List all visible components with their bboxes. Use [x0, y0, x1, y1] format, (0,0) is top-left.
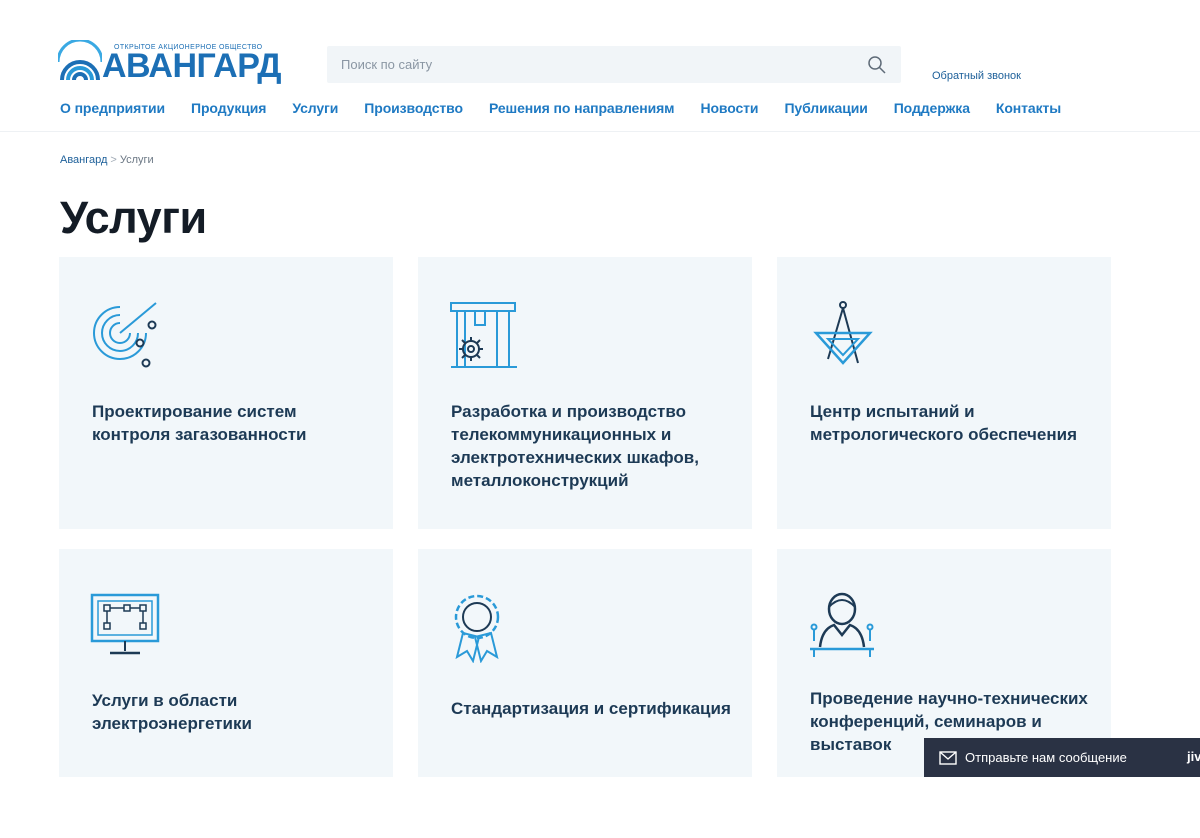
nav-item-services[interactable]: Услуги: [292, 100, 338, 116]
monitor-diagram-icon: [90, 591, 160, 661]
nav-item-about[interactable]: О предприятии: [60, 100, 165, 116]
logo[interactable]: Открытое акционерное общество АВАНГАРД: [58, 38, 298, 86]
logo-name: АВАНГАРД: [102, 47, 281, 85]
service-card-title: Услуги в области электроэнергетики: [92, 691, 252, 733]
service-card-testing-center[interactable]: Центр испытаний и метрологического обесп…: [777, 257, 1111, 529]
nav-item-production[interactable]: Производство: [364, 100, 463, 116]
service-card-power-engineering[interactable]: Услуги в области электроэнергетики: [59, 549, 393, 777]
nav-item-news[interactable]: Новости: [700, 100, 758, 116]
nav-item-support[interactable]: Поддержка: [894, 100, 970, 116]
nav-item-publications[interactable]: Публикации: [784, 100, 867, 116]
rosette-certificate-icon: [449, 591, 519, 664]
factory-gear-icon: [449, 297, 519, 368]
conference-speaker-icon: [808, 589, 878, 659]
page-title: Услуги: [60, 192, 207, 243]
search-icon[interactable]: [867, 55, 887, 75]
services-grid: Проектирование систем контроля загазован…: [59, 257, 1113, 777]
breadcrumb: Авангард > Услуги: [60, 154, 154, 166]
breadcrumb-current: Услуги: [119, 154, 154, 166]
callback-link[interactable]: Обратный звонок: [932, 70, 1021, 82]
service-card-title: Стандартизация и сертификация: [451, 699, 731, 718]
service-card-title: Разработка и производство телекоммуникац…: [451, 402, 699, 490]
chat-brand-logo: jiv: [1187, 749, 1200, 764]
mail-icon: [939, 750, 957, 765]
service-card-standardization[interactable]: Стандартизация и сертификация: [418, 549, 752, 777]
site-header: Открытое акционерное общество АВАНГАРД О…: [0, 0, 1200, 132]
breadcrumb-separator: >: [110, 154, 117, 166]
radar-icon: [90, 297, 160, 368]
nav-item-contacts[interactable]: Контакты: [996, 100, 1061, 116]
service-card-title: Проектирование систем контроля загазован…: [92, 402, 307, 444]
search-bar: [327, 46, 901, 83]
main-nav: О предприятии Продукция Услуги Производс…: [60, 100, 1087, 116]
search-input[interactable]: [327, 46, 857, 83]
nav-item-solutions[interactable]: Решения по направлениям: [489, 100, 675, 116]
compass-triangle-icon: [808, 297, 878, 367]
chat-widget-label: Отправьте нам сообщение: [965, 750, 1127, 765]
logo-emblem-icon: [58, 40, 102, 81]
chat-widget[interactable]: Отправьте нам сообщение jiv: [924, 738, 1200, 777]
service-card-title: Центр испытаний и метрологического обесп…: [810, 402, 1077, 444]
nav-item-products[interactable]: Продукция: [191, 100, 266, 116]
service-card-gas-control[interactable]: Проектирование систем контроля загазован…: [59, 257, 393, 529]
breadcrumb-home[interactable]: Авангард: [60, 154, 107, 166]
service-card-cabinets[interactable]: Разработка и производство телекоммуникац…: [418, 257, 752, 529]
